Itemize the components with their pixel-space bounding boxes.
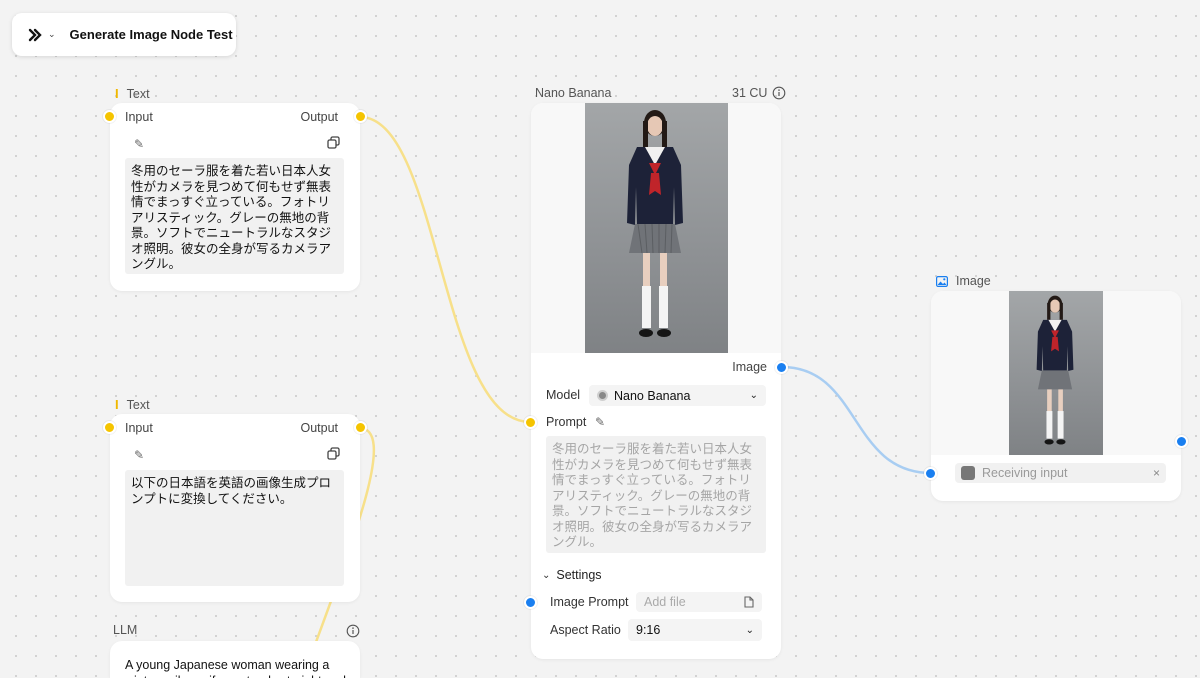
- text-node-2-input-port[interactable]: [103, 421, 116, 434]
- node-label: Image: [956, 274, 991, 288]
- node-label: Text: [126, 397, 150, 412]
- nano-image-output-port[interactable]: [775, 361, 788, 374]
- text-content[interactable]: 以下の日本語を英語の画像生成プロンプトに変換してください。: [125, 470, 344, 586]
- image-node-header: Image: [936, 274, 991, 288]
- image-prompt-label: Image Prompt: [550, 595, 629, 609]
- node-label: LLM: [113, 623, 138, 637]
- text-cursor-icon: I: [115, 86, 119, 101]
- text-node-1-output-port[interactable]: [354, 110, 367, 123]
- llm-node-header: LLM: [113, 623, 137, 637]
- receiving-input-text: Receiving input: [982, 466, 1068, 480]
- node-label: Nano Banana: [535, 86, 612, 100]
- text-node-1[interactable]: Input Output ✎ 冬用のセーラ服を着た若い日本人女性がカメラを見つめ…: [110, 103, 360, 291]
- settings-toggle[interactable]: ⌄ Settings: [542, 568, 602, 582]
- model-icon: [597, 390, 608, 401]
- node-label: Text: [126, 86, 150, 101]
- nano-node-header: Nano Banana: [535, 86, 611, 100]
- aspect-ratio-value: 9:16: [636, 623, 661, 637]
- llm-node[interactable]: A young Japanese woman wearing a winter …: [110, 641, 360, 678]
- image-output-label: Image: [732, 360, 767, 374]
- chevron-down-icon: ⌄: [542, 569, 551, 581]
- edit-pencil-icon[interactable]: ✎: [134, 448, 144, 462]
- model-value: Nano Banana: [614, 388, 691, 403]
- app-logo-icon: [28, 28, 42, 41]
- aspect-ratio-select[interactable]: 9:16 ⌄: [628, 619, 762, 641]
- copy-icon[interactable]: [327, 136, 340, 149]
- llm-output-text: A young Japanese woman wearing a winter …: [125, 658, 346, 678]
- text-node-2[interactable]: Input Output ✎ 以下の日本語を英語の画像生成プロンプトに変換してく…: [110, 414, 360, 602]
- text-content[interactable]: 冬用のセーラ服を着た若い日本人女性がカメラを見つめて何もせず無表情でまっすぐ立っ…: [125, 158, 344, 274]
- generated-image[interactable]: [585, 103, 728, 353]
- image-icon: [936, 275, 948, 287]
- cost-value: 31 CU: [732, 86, 768, 100]
- edit-pencil-icon[interactable]: ✎: [595, 415, 605, 429]
- receiving-input-chip[interactable]: Receiving input ×: [955, 463, 1166, 483]
- received-figure: [1036, 295, 1074, 445]
- text-node-2-header: I Text: [115, 397, 150, 412]
- prompt-text[interactable]: 冬用のセーラ服を着た若い日本人女性がカメラを見つめて何もせず無表情でまっすぐ立っ…: [546, 436, 766, 553]
- project-title: Generate Image Node Test: [69, 27, 233, 42]
- input-label: Input: [125, 421, 153, 435]
- nano-banana-node[interactable]: Image Model Nano Banana ⌄ Prompt ✎ 冬用のセー…: [531, 103, 781, 659]
- thumbnail-icon: [961, 466, 975, 480]
- text-node-1-header: I Text: [115, 86, 150, 101]
- add-file-field[interactable]: Add file: [636, 592, 762, 612]
- output-label: Output: [300, 110, 338, 124]
- chevron-down-icon: ⌄: [749, 390, 758, 401]
- text-node-1-input-port[interactable]: [103, 110, 116, 123]
- model-label: Model: [546, 388, 581, 402]
- project-menu-button[interactable]: ⌄ Generate Image Node Test: [12, 13, 236, 56]
- text-node-2-output-port[interactable]: [354, 421, 367, 434]
- nano-node-cost: 31 CU: [732, 86, 786, 100]
- aspect-ratio-label: Aspect Ratio: [550, 623, 621, 637]
- file-icon: [744, 596, 754, 608]
- model-select[interactable]: Nano Banana ⌄: [589, 385, 766, 406]
- copy-icon[interactable]: [327, 447, 340, 460]
- chevron-down-icon: ⌄: [745, 624, 754, 636]
- wire-image-to-imagenode: [781, 365, 932, 475]
- info-icon[interactable]: [772, 86, 786, 100]
- info-icon[interactable]: [346, 624, 360, 638]
- add-file-placeholder: Add file: [644, 595, 686, 609]
- image-node-output-port[interactable]: [1175, 435, 1188, 448]
- nano-prompt-input-port[interactable]: [524, 416, 537, 429]
- generated-figure: [627, 110, 683, 337]
- prompt-label: Prompt: [546, 415, 587, 429]
- chevron-down-icon: ⌄: [48, 29, 56, 39]
- received-image[interactable]: [1009, 291, 1103, 455]
- close-icon[interactable]: ×: [1153, 466, 1160, 480]
- input-label: Input: [125, 110, 153, 124]
- text-cursor-icon: I: [115, 397, 119, 412]
- image-node-input-port[interactable]: [924, 467, 937, 480]
- nano-image-prompt-input-port[interactable]: [524, 596, 537, 609]
- output-label: Output: [300, 421, 338, 435]
- wire-text1-to-prompt: [359, 115, 531, 424]
- edit-pencil-icon[interactable]: ✎: [134, 137, 144, 151]
- image-node[interactable]: Receiving input ×: [931, 291, 1181, 501]
- settings-label: Settings: [556, 568, 602, 582]
